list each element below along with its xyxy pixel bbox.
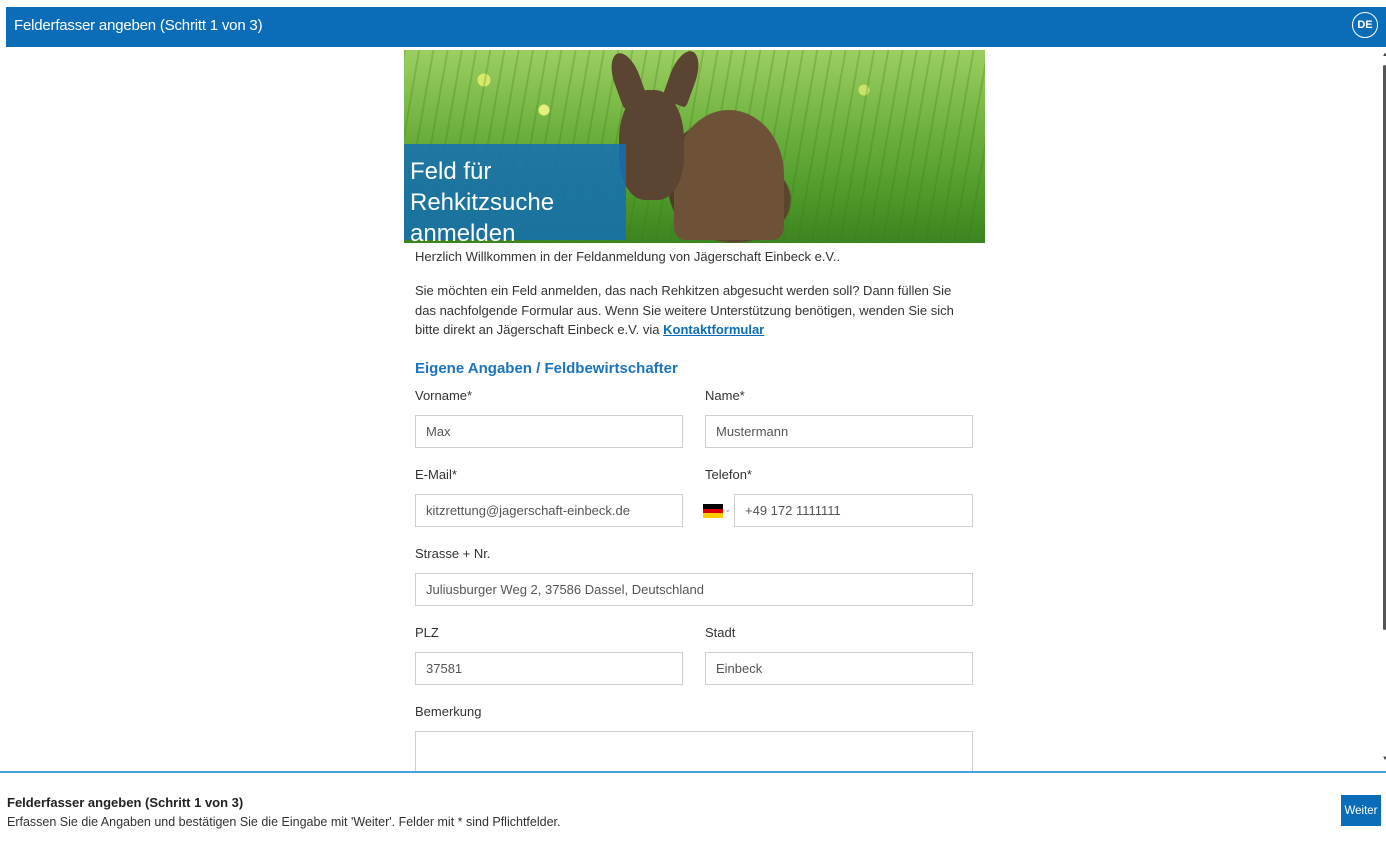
- email-label: E-Mail*: [415, 467, 457, 482]
- next-button[interactable]: Weiter: [1341, 795, 1381, 826]
- footer-subtitle: Erfassen Sie die Angaben und bestätigen …: [7, 815, 561, 829]
- zip-label: PLZ: [415, 625, 439, 640]
- hero-image: Feld für Rehkitzsuche anmelden: [404, 50, 985, 243]
- top-bar: Felderfasser angeben (Schritt 1 von 3) D…: [6, 7, 1386, 47]
- section-title: Eigene Angaben / Feldbewirtschafter: [415, 360, 678, 377]
- street-label: Strasse + Nr.: [415, 546, 491, 561]
- phone-field[interactable]: +49 172 1111111: [734, 494, 973, 527]
- flag-de-icon[interactable]: [703, 504, 723, 518]
- firstname-label: Vorname*: [415, 388, 473, 403]
- lastname-field[interactable]: Mustermann: [705, 415, 973, 448]
- street-field[interactable]: Juliusburger Weg 2, 37586 Dassel, Deutsc…: [415, 573, 973, 606]
- chevron-down-icon[interactable]: ⌄: [724, 504, 732, 515]
- welcome-text: Herzlich Willkommen in der Feldanmeldung…: [415, 249, 841, 264]
- intro-paragraph: Sie möchten ein Feld anmelden, das nach …: [415, 281, 975, 340]
- footer-bar: Felderfasser angeben (Schritt 1 von 3) E…: [0, 771, 1386, 844]
- footer-title: Felderfasser angeben (Schritt 1 von 3): [7, 795, 244, 810]
- hero-caption: Feld für Rehkitzsuche anmelden: [404, 144, 626, 243]
- phone-label: Telefon*: [705, 467, 752, 482]
- scroll-down-icon[interactable]: ▼: [1382, 756, 1386, 762]
- page-title: Felderfasser angeben (Schritt 1 von 3): [14, 17, 263, 34]
- remark-textarea[interactable]: [415, 731, 973, 776]
- zip-field[interactable]: 37581: [415, 652, 683, 685]
- city-label: Stadt: [705, 625, 736, 640]
- city-field[interactable]: Einbeck: [705, 652, 973, 685]
- remark-label: Bemerkung: [415, 704, 482, 719]
- lastname-label: Name*: [705, 388, 745, 403]
- firstname-field[interactable]: Max: [415, 415, 683, 448]
- scroll-up-icon[interactable]: ▲: [1382, 52, 1386, 58]
- language-switcher[interactable]: DE: [1352, 12, 1378, 38]
- email-field[interactable]: kitzrettung@jagerschaft-einbeck.de: [415, 494, 683, 527]
- contact-form-link[interactable]: Kontaktformular: [663, 322, 764, 337]
